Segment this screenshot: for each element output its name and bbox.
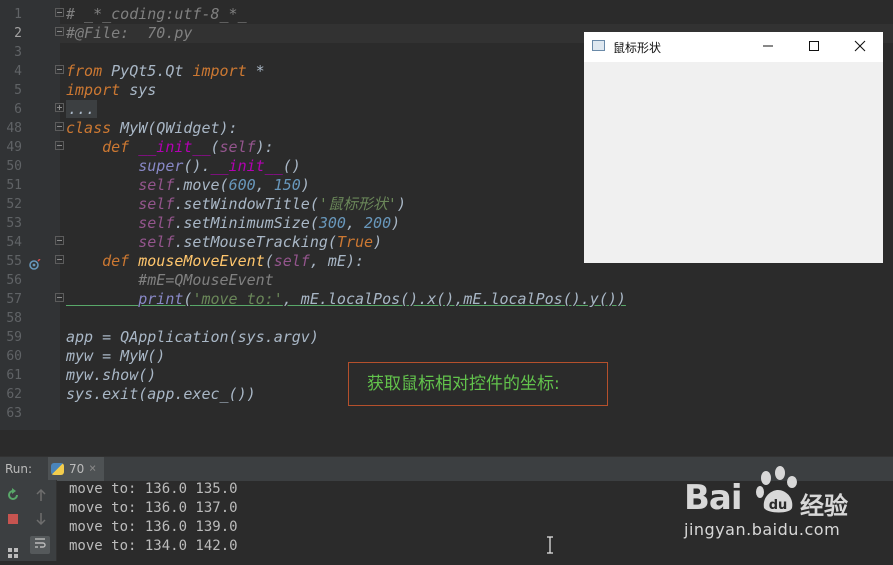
close-icon: [854, 40, 866, 52]
run-label: Run:: [5, 462, 33, 476]
line-number: 55: [6, 254, 22, 269]
code-line[interactable]: super().__init__(): [66, 157, 301, 176]
override-marker-icon[interactable]: [29, 256, 41, 270]
line-number: 61: [6, 368, 22, 383]
line-number: 62: [6, 387, 22, 402]
code-line[interactable]: ...: [66, 100, 98, 119]
maximize-icon: [809, 41, 819, 51]
line-number: 3: [14, 45, 22, 60]
soft-wrap-icon[interactable]: [30, 536, 50, 554]
fold-collapse-icon[interactable]: [55, 8, 64, 17]
console-line: move to: 136.0 135.0: [69, 481, 238, 497]
line-number: 48: [6, 121, 22, 136]
line-number: 63: [6, 406, 22, 421]
line-number: 57: [6, 292, 22, 307]
line-number: 60: [6, 349, 22, 364]
fold-collapse-icon[interactable]: [55, 236, 64, 245]
fold-collapse-icon[interactable]: [55, 122, 64, 131]
run-toolbar: [0, 480, 57, 561]
fold-collapse-icon[interactable]: [55, 293, 64, 302]
code-line[interactable]: import sys: [66, 81, 156, 100]
line-number: 52: [6, 197, 22, 212]
window-titlebar[interactable]: 鼠标形状: [584, 32, 883, 62]
fold-collapse-icon[interactable]: [55, 255, 64, 264]
line-number: 49: [6, 140, 22, 155]
code-line[interactable]: myw = MyW(): [66, 347, 165, 366]
line-number: 51: [6, 178, 22, 193]
code-line[interactable]: from PyQt5.Qt import *: [66, 62, 265, 81]
minimize-icon: [763, 45, 773, 47]
window-title: 鼠标形状: [613, 41, 662, 55]
line-number: 4: [14, 64, 22, 79]
stop-icon[interactable]: [3, 512, 23, 530]
code-line[interactable]: def __init__(self):: [66, 138, 274, 157]
line-number: 54: [6, 235, 22, 250]
run-tab-label: 70: [69, 462, 85, 476]
window-client-area[interactable]: [584, 62, 883, 263]
line-number: 5: [14, 83, 22, 98]
console-output[interactable]: move to: 136.0 135.0 move to: 136.0 137.0…: [69, 480, 238, 556]
code-line[interactable]: def mouseMoveEvent(self, mE):: [66, 252, 364, 271]
down-arrow-icon[interactable]: [31, 512, 51, 530]
svg-text:du: du: [769, 498, 788, 513]
console-line: move to: 136.0 139.0: [69, 519, 238, 535]
code-line[interactable]: app = QApplication(sys.argv): [66, 328, 319, 347]
code-line[interactable]: class MyW(QWidget):: [66, 119, 238, 138]
baidu-paw-icon: du: [756, 466, 797, 513]
code-line[interactable]: myw.show(): [66, 366, 156, 385]
fold-collapse-icon[interactable]: [55, 65, 64, 74]
code-line[interactable]: self.setMinimumSize(300, 200): [66, 214, 400, 233]
line-number: 50: [6, 159, 22, 174]
line-number: 56: [6, 273, 22, 288]
code-line[interactable]: sys.exit(app.exec_()): [66, 385, 256, 404]
watermark-url: jingyan.baidu.com: [684, 520, 841, 539]
code-line[interactable]: self.setWindowTitle('鼠标形状'): [66, 195, 406, 214]
rerun-icon[interactable]: [3, 488, 23, 506]
code-line[interactable]: print('move to:', mE.localPos().x(),mE.l…: [66, 290, 626, 309]
fold-collapse-icon[interactable]: [55, 141, 64, 150]
run-tab-70[interactable]: 70 ×: [48, 457, 104, 481]
app-window[interactable]: 鼠标形状: [584, 32, 883, 263]
code-line[interactable]: self.setMouseTracking(True): [66, 233, 382, 252]
line-number: 53: [6, 216, 22, 231]
text-cursor-icon: [546, 536, 554, 558]
baidu-jingyan-watermark: Bai du 经验 jingyan.baidu.com: [684, 464, 884, 544]
line-number: 58: [6, 311, 22, 326]
maximize-button[interactable]: [791, 32, 837, 62]
code-line[interactable]: #@File: 70.py: [66, 24, 192, 43]
window-app-icon: [592, 40, 605, 51]
code-line[interactable]: #mE=QMouseEvent: [66, 271, 273, 290]
minimize-button[interactable]: [745, 32, 791, 62]
code-line[interactable]: # _*_coding:utf-8_*_: [66, 5, 247, 24]
tab-close-icon[interactable]: ×: [89, 461, 96, 475]
line-number: 2: [14, 26, 22, 41]
line-number: 1: [14, 7, 22, 22]
layout-icon[interactable]: [3, 546, 23, 564]
console-line: move to: 136.0 137.0: [69, 500, 238, 516]
watermark-jingyan-cn: 经验: [800, 492, 848, 520]
annotation-callout: 获取鼠标相对控件的坐标:: [348, 362, 608, 406]
python-file-icon: [51, 463, 64, 475]
fold-collapse-icon[interactable]: [55, 27, 64, 36]
line-number: 59: [6, 330, 22, 345]
close-button[interactable]: [837, 32, 883, 62]
up-arrow-icon[interactable]: [31, 488, 51, 506]
code-line[interactable]: self.move(600, 150): [66, 176, 310, 195]
fold-expand-icon[interactable]: [55, 103, 64, 112]
line-number: 6: [14, 102, 22, 117]
watermark-bai: Bai: [684, 478, 743, 518]
console-line: move to: 134.0 142.0: [69, 538, 238, 554]
